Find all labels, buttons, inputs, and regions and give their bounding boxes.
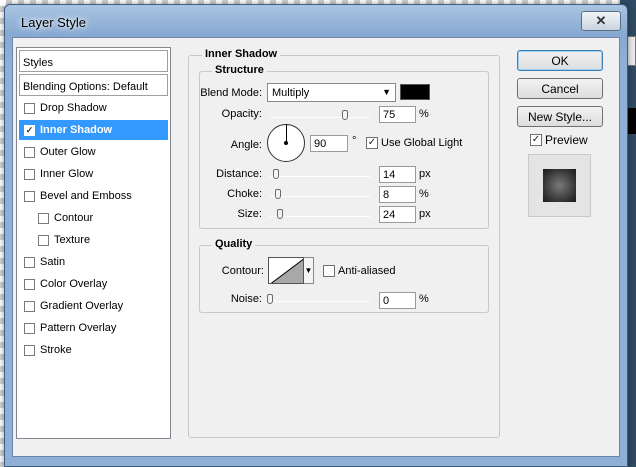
shadow-color-swatch[interactable] xyxy=(400,84,430,100)
checkbox-box[interactable] xyxy=(24,278,35,290)
checkbox-box[interactable] xyxy=(24,102,35,114)
size-slider-track[interactable] xyxy=(270,216,370,217)
choke-label: Choke: xyxy=(227,188,262,200)
chevron-down-icon: ▼ xyxy=(304,266,313,275)
opacity-input[interactable]: 75 xyxy=(379,106,416,123)
checkbox-box[interactable] xyxy=(38,234,49,246)
noise-unit: % xyxy=(419,293,429,305)
close-icon: ✕ xyxy=(595,13,607,28)
cancel-button[interactable]: Cancel xyxy=(517,78,603,99)
check-icon: ✓ xyxy=(530,134,542,146)
angle-unit: ° xyxy=(352,135,357,147)
blend-mode-label: Blend Mode: xyxy=(200,87,262,99)
distance-slider-track[interactable] xyxy=(270,176,370,177)
style-item-satin[interactable]: Satin xyxy=(19,252,168,272)
quality-title: Quality xyxy=(212,238,256,250)
preview-label: Preview xyxy=(545,133,588,147)
blend-mode-dropdown[interactable]: Multiply ▼ xyxy=(267,83,396,102)
noise-slider-track[interactable] xyxy=(270,301,370,302)
close-button[interactable]: ✕ xyxy=(581,11,621,31)
style-item-label: Gradient Overlay xyxy=(40,300,124,312)
style-item-texture[interactable]: Texture xyxy=(19,230,168,250)
checkbox-box[interactable] xyxy=(24,168,35,180)
style-item-gradient-overlay[interactable]: Gradient Overlay xyxy=(19,296,168,316)
style-item-pattern-overlay[interactable]: Pattern Overlay xyxy=(19,318,168,338)
checkbox-box[interactable] xyxy=(24,146,35,158)
contour-dropdown-button[interactable]: ▼ xyxy=(304,257,314,284)
style-item-stroke[interactable]: Stroke xyxy=(19,340,168,360)
noise-slider-thumb[interactable] xyxy=(267,294,273,304)
style-item-label: Satin xyxy=(40,256,66,268)
angle-input[interactable]: 90 xyxy=(310,135,348,152)
size-input[interactable]: 24 xyxy=(379,206,416,223)
style-item-contour[interactable]: Contour xyxy=(19,208,168,228)
contour-label: Contour: xyxy=(221,265,264,277)
angle-dial-center xyxy=(284,141,288,145)
contour-picker[interactable] xyxy=(268,257,304,284)
angle-label: Angle: xyxy=(230,139,262,151)
style-item-label: Contour xyxy=(54,212,94,224)
opacity-slider-thumb[interactable] xyxy=(342,110,348,120)
noise-label: Noise: xyxy=(230,293,262,305)
new-style-button[interactable]: New Style... xyxy=(517,106,603,127)
opacity-unit: % xyxy=(419,108,429,120)
size-label: Size: xyxy=(237,208,262,220)
inner-shadow-title: Inner Shadow xyxy=(202,48,281,60)
dialog-title: Layer Style xyxy=(21,15,87,30)
style-item-label: Inner Shadow xyxy=(40,124,113,136)
use-global-light-checkbox[interactable]: ✓ Use Global Light xyxy=(366,137,462,149)
angle-dial[interactable] xyxy=(267,124,305,162)
style-item-label: Stroke xyxy=(40,344,72,356)
style-item-drop-shadow[interactable]: Drop Shadow xyxy=(19,98,168,118)
style-item-label: Outer Glow xyxy=(40,146,96,158)
use-global-light-label: Use Global Light xyxy=(381,137,463,149)
chevron-down-icon: ▼ xyxy=(382,87,391,97)
checkbox-box[interactable] xyxy=(38,212,49,224)
distance-slider-thumb[interactable] xyxy=(272,169,279,179)
checkbox-box[interactable] xyxy=(24,300,35,312)
checkbox-box xyxy=(323,265,335,277)
choke-input[interactable]: 8 xyxy=(379,186,416,203)
distance-label: Distance: xyxy=(216,168,262,180)
style-item-label: Drop Shadow xyxy=(40,102,107,114)
styles-header[interactable]: Styles xyxy=(19,50,168,72)
distance-unit: px xyxy=(419,168,431,180)
contour-curve-icon xyxy=(270,258,303,283)
style-item-color-overlay[interactable]: Color Overlay xyxy=(19,274,168,294)
style-preview-sample xyxy=(543,169,576,202)
ok-button[interactable]: OK xyxy=(517,50,603,71)
size-slider-thumb[interactable] xyxy=(276,209,283,219)
style-item-outer-glow[interactable]: Outer Glow xyxy=(19,142,168,162)
structure-title: Structure xyxy=(212,64,267,76)
opacity-slider-track[interactable] xyxy=(270,117,370,118)
style-item-inner-glow[interactable]: Inner Glow xyxy=(19,164,168,184)
check-icon: ✓ xyxy=(366,137,378,149)
style-item-label: Inner Glow xyxy=(40,168,94,180)
choke-slider-thumb[interactable] xyxy=(275,189,281,199)
style-item-bevel-and-emboss[interactable]: Bevel and Emboss xyxy=(19,186,168,206)
anti-aliased-checkbox[interactable]: Anti-aliased xyxy=(323,265,395,277)
noise-input[interactable]: 0 xyxy=(379,292,416,309)
style-item-label: Color Overlay xyxy=(40,278,108,290)
distance-input[interactable]: 14 xyxy=(379,166,416,183)
anti-aliased-label: Anti-aliased xyxy=(338,265,396,277)
size-unit: px xyxy=(419,208,431,220)
style-item-label: Pattern Overlay xyxy=(40,322,117,334)
style-preview-swatch xyxy=(528,154,591,217)
checkbox-box[interactable] xyxy=(24,322,35,334)
opacity-label: Opacity: xyxy=(221,108,262,120)
blending-options-item[interactable]: Blending Options: Default xyxy=(19,74,168,96)
style-item-inner-shadow[interactable]: ✓ Inner Shadow xyxy=(19,120,168,140)
style-item-label: Bevel and Emboss xyxy=(40,190,132,202)
checkbox-box[interactable] xyxy=(24,256,35,268)
choke-unit: % xyxy=(419,188,429,200)
styles-list: Styles Blending Options: Default Drop Sh… xyxy=(16,47,171,439)
checkbox-box[interactable] xyxy=(24,190,35,202)
blend-mode-value: Multiply xyxy=(272,87,310,99)
checkbox-box[interactable] xyxy=(24,344,35,356)
preview-checkbox[interactable]: ✓ Preview xyxy=(530,133,588,147)
choke-slider-track[interactable] xyxy=(270,196,370,197)
check-icon[interactable]: ✓ xyxy=(24,124,35,136)
style-item-label: Texture xyxy=(54,234,91,246)
